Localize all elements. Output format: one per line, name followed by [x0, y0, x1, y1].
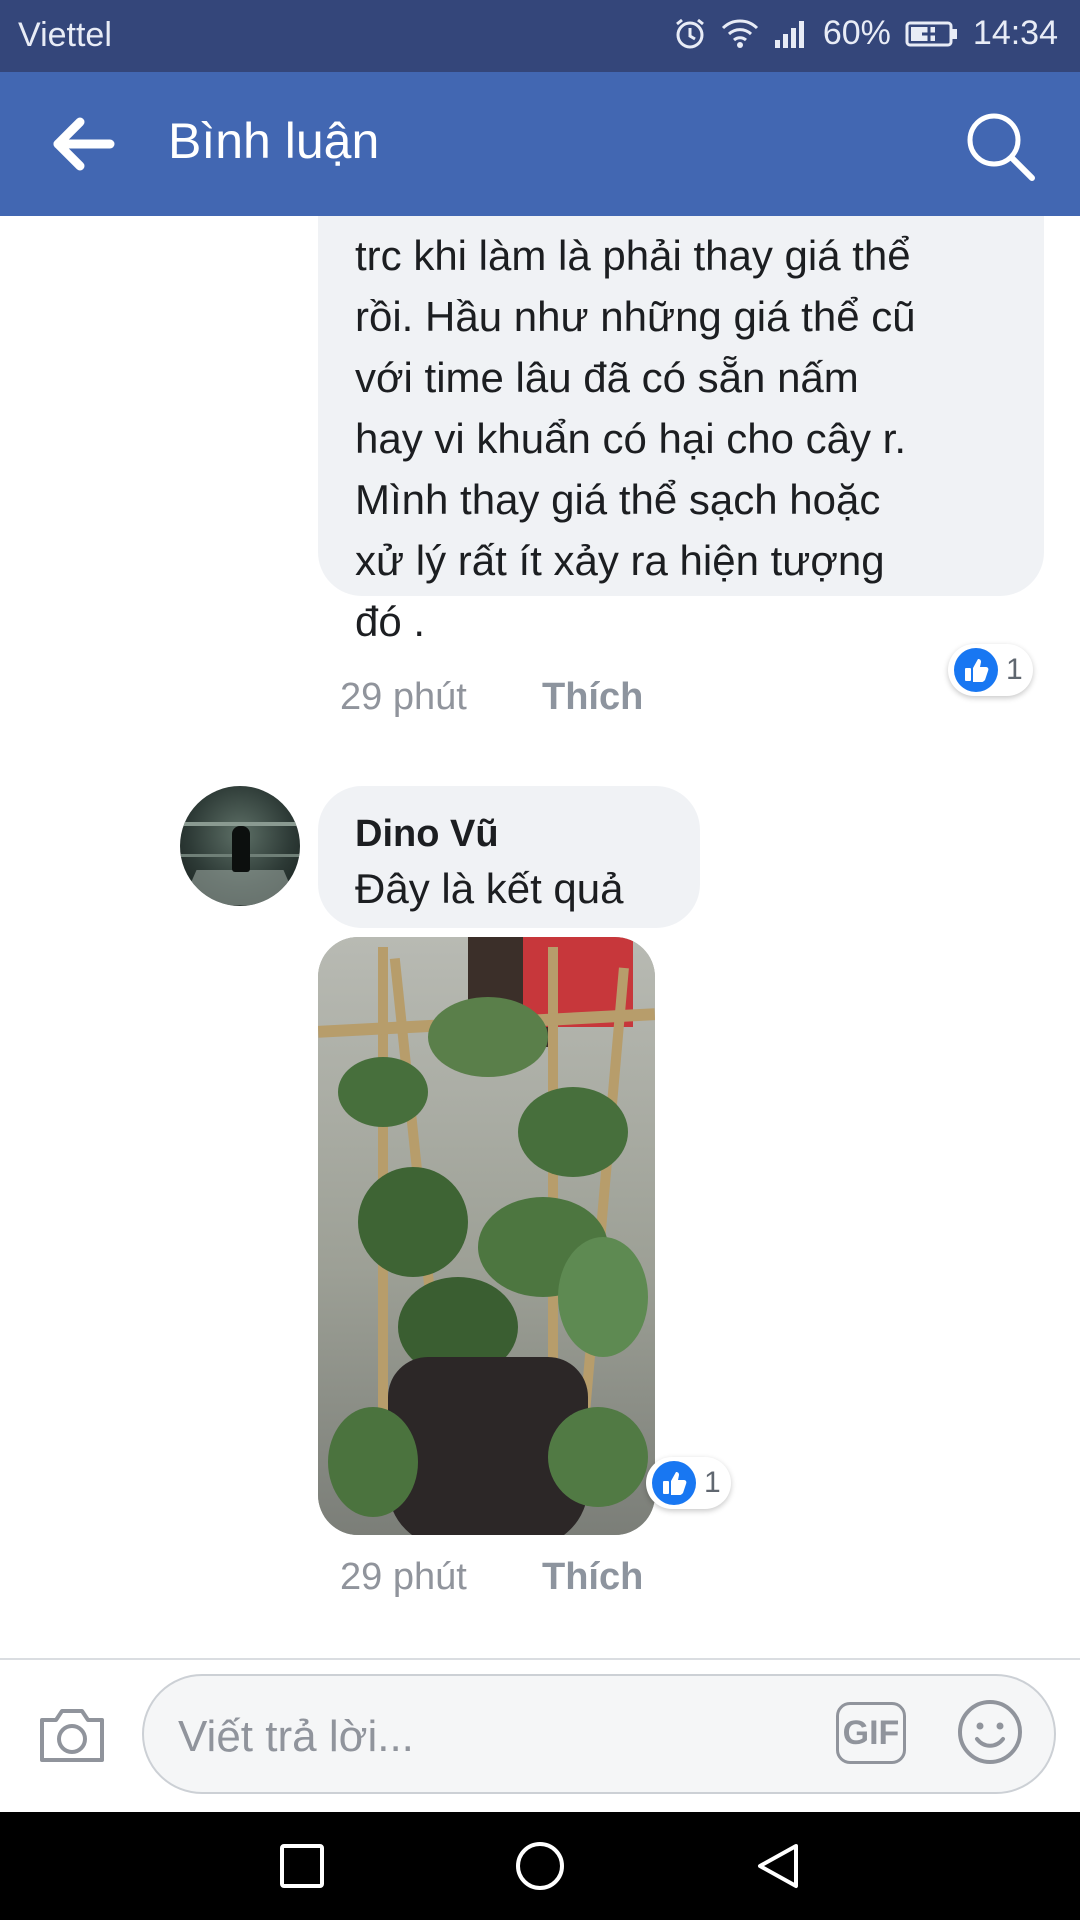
- reply-input[interactable]: Viết trả lời... GIF: [142, 1674, 1056, 1794]
- wifi-icon: [721, 18, 759, 50]
- search-icon[interactable]: [962, 108, 1038, 184]
- back-nav-icon[interactable]: [752, 1840, 804, 1892]
- emoji-icon[interactable]: [956, 1698, 1024, 1766]
- camera-icon[interactable]: [36, 1704, 108, 1766]
- photo-foliage: [328, 1407, 418, 1517]
- recents-icon[interactable]: [276, 1840, 328, 1892]
- status-bar: Viettel 60% 14:34: [0, 0, 1080, 72]
- comment-line: với time lâu đã có sẵn nấm: [355, 354, 859, 401]
- battery-charging-icon: [905, 20, 959, 48]
- comment-text: trc khi làm là phải thay giá thể rồi. Hầ…: [355, 225, 1025, 652]
- reaction-badge[interactable]: 1: [948, 644, 1033, 696]
- battery-percent: 60%: [822, 14, 891, 52]
- comment-line: đó .: [355, 598, 426, 645]
- photo-foliage: [518, 1087, 628, 1177]
- comment-time: 29 phút: [340, 1556, 467, 1598]
- comment-line: rồi. Hầu như những giá thể cũ: [355, 293, 916, 340]
- clock-time: 14:34: [972, 14, 1058, 52]
- status-icons: 60% 14:34: [673, 14, 1058, 53]
- comment-line: Mình thay giá thể sạch hoặc: [355, 476, 881, 523]
- comment-text: Đây là kết quả: [355, 865, 624, 912]
- alarm-icon: [673, 17, 707, 51]
- comment-line: xử lý rất ít xảy ra hiện tượng: [355, 537, 885, 584]
- comments-list[interactable]: trc khi làm là phải thay giá thể rồi. Hầ…: [0, 216, 1080, 1656]
- reaction-badge[interactable]: 1: [646, 1457, 731, 1509]
- gif-button[interactable]: GIF: [836, 1702, 906, 1764]
- comment-bubble[interactable]: trc khi làm là phải thay giá thể rồi. Hầ…: [318, 216, 1044, 645]
- system-nav-bar: [0, 1812, 1080, 1920]
- comment-time: 29 phút: [340, 676, 467, 718]
- comment-author[interactable]: Dino Vũ: [355, 804, 499, 865]
- like-button[interactable]: Thích: [542, 1556, 643, 1599]
- signal-icon: [773, 18, 809, 50]
- app-bar: Bình luận: [0, 72, 1080, 216]
- reply-placeholder: Viết trả lời...: [178, 1712, 414, 1761]
- avatar-road: [181, 870, 299, 906]
- thumbs-up-icon: [954, 648, 998, 692]
- avatar[interactable]: [180, 786, 300, 906]
- photo-foliage: [548, 1407, 648, 1507]
- comment-line: trc khi làm là phải thay giá thể: [355, 232, 911, 279]
- page-title: Bình luận: [168, 113, 380, 169]
- comment-bubble[interactable]: Dino Vũ Đây là kết quả: [318, 786, 700, 928]
- comment-photo[interactable]: [318, 937, 655, 1535]
- photo-foliage: [558, 1237, 648, 1357]
- photo-foliage: [358, 1167, 468, 1277]
- back-arrow-icon[interactable]: [52, 116, 116, 172]
- avatar-person: [232, 826, 250, 872]
- reply-bar: Viết trả lời... GIF: [0, 1658, 1080, 1814]
- thumbs-up-icon: [652, 1461, 696, 1505]
- photo-foliage: [428, 997, 548, 1077]
- photo-foliage: [338, 1057, 428, 1127]
- reaction-count: 1: [704, 1466, 721, 1499]
- like-button[interactable]: Thích: [542, 676, 643, 719]
- reaction-count: 1: [1006, 653, 1023, 686]
- home-icon[interactable]: [514, 1840, 566, 1892]
- comment-line: hay vi khuẩn có hại cho cây r.: [355, 415, 906, 462]
- carrier-name: Viettel: [18, 16, 112, 54]
